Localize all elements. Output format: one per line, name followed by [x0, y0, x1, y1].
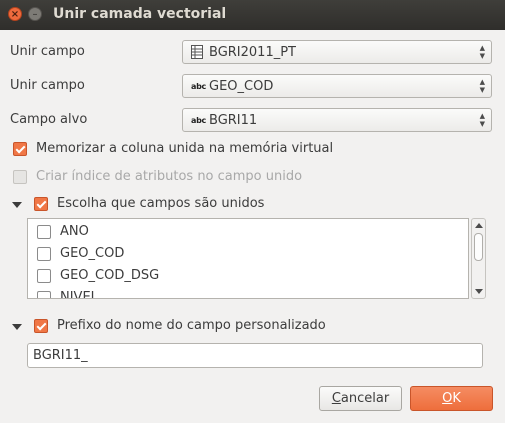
collapse-triangle-icon[interactable]: [12, 324, 22, 330]
scroll-thumb[interactable]: [474, 233, 483, 261]
minimize-icon[interactable]: –: [28, 7, 42, 21]
list-item-checkbox[interactable]: [37, 269, 51, 283]
table-icon: [191, 45, 203, 63]
collapse-triangle-icon[interactable]: [12, 202, 22, 208]
list-item-label: GEO_COD: [60, 246, 125, 261]
create-index-label: Criar índice de atributos no campo unido: [36, 169, 303, 184]
target-field-combo[interactable]: abc BGRI11 ▲ ▼: [182, 108, 492, 132]
scroll-down-icon[interactable]: [475, 289, 483, 294]
join-layer-label: Unir campo: [10, 44, 85, 59]
text-field-abc-icon: abc: [191, 116, 206, 125]
join-field-label: Unir campo: [10, 78, 85, 93]
window-title: Unir camada vectorial: [53, 6, 227, 22]
joined-fields-label: Escolha que campos são unidos: [57, 196, 265, 211]
list-item-checkbox[interactable]: [37, 291, 51, 298]
join-field-value: GEO_COD: [209, 79, 274, 94]
text-field-abc-icon: abc: [191, 82, 206, 91]
target-field-label: Campo alvo: [10, 112, 88, 127]
ok-mnemonic: O: [442, 391, 453, 406]
list-item-label: ANO: [60, 224, 89, 239]
ok-label: K: [452, 391, 461, 406]
list-scrollbar[interactable]: [471, 218, 486, 299]
cancel-label: ancelar: [340, 391, 390, 406]
prefix-input[interactable]: [27, 343, 483, 368]
combo-arrows-icon: ▲ ▼: [479, 78, 485, 94]
combo-arrows-icon: ▲ ▼: [479, 44, 485, 60]
create-index-checkbox: [13, 170, 27, 184]
combo-arrows-icon: ▲ ▼: [479, 112, 485, 128]
cancel-button[interactable]: Cancelar: [319, 386, 402, 411]
list-item-label: NIVEL: [60, 290, 98, 299]
list-item-checkbox[interactable]: [37, 247, 51, 261]
join-layer-value: BGRI2011_PT: [209, 45, 296, 60]
joined-fields-checkbox[interactable]: [34, 197, 48, 211]
cache-memory-label: Memorizar a coluna unida na memória virt…: [36, 141, 334, 156]
list-item-checkbox[interactable]: [37, 225, 51, 239]
target-field-value: BGRI11: [209, 113, 258, 128]
cache-memory-checkbox[interactable]: [13, 142, 27, 156]
join-field-combo[interactable]: abc GEO_COD ▲ ▼: [182, 74, 492, 98]
list-item-label: GEO_COD_DSG: [60, 268, 160, 283]
ok-button[interactable]: OK: [410, 386, 493, 411]
cancel-mnemonic: C: [331, 391, 341, 406]
joined-fields-list[interactable]: ANO GEO_COD GEO_COD_DSG NIVEL: [27, 218, 469, 299]
scroll-up-icon[interactable]: [475, 223, 483, 228]
prefix-label: Prefixo do nome do campo personalizado: [57, 318, 326, 333]
join-layer-combo[interactable]: BGRI2011_PT ▲ ▼: [182, 40, 492, 64]
prefix-checkbox[interactable]: [34, 319, 48, 333]
title-bar: × – Unir camada vectorial: [0, 0, 505, 30]
close-icon[interactable]: ×: [8, 7, 22, 21]
